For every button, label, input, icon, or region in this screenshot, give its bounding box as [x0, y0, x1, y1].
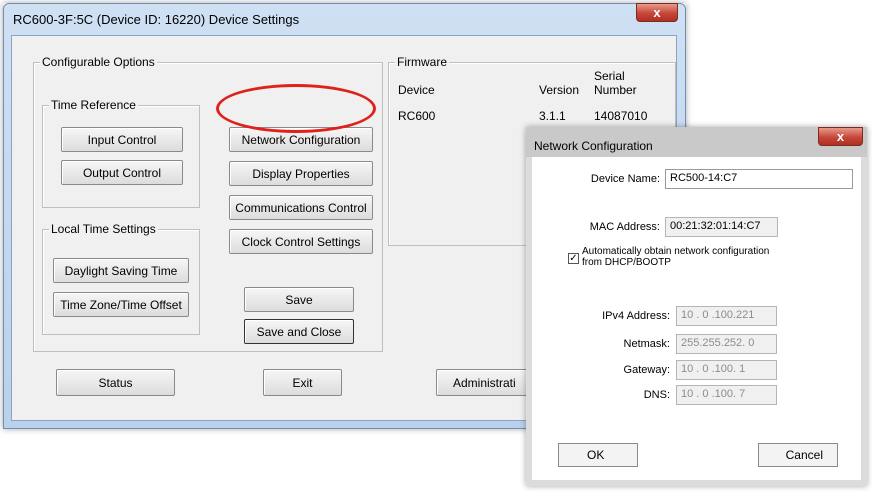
- network-configuration-client: Device Name: RC500-14:C7 MAC Address: 00…: [532, 157, 861, 480]
- save-and-close-button[interactable]: Save and Close: [244, 319, 354, 344]
- firmware-version-value: 3.1.1: [539, 109, 566, 123]
- exit-button[interactable]: Exit: [263, 369, 342, 396]
- configurable-options-label: Configurable Options: [40, 55, 157, 69]
- firmware-serial-value: 14087010: [594, 109, 648, 123]
- output-control-button[interactable]: Output Control: [61, 160, 183, 185]
- highlight-ring: [216, 84, 376, 133]
- device-settings-title: RC600-3F:5C (Device ID: 16220) Device Se…: [13, 12, 300, 27]
- device-name-label: Device Name:: [590, 173, 660, 185]
- dhcp-text-1: Automatically obtain network configurati…: [582, 246, 770, 257]
- cancel-label: Cancel: [785, 448, 823, 462]
- gateway-field: 10 . 0 .100. 1: [676, 360, 777, 380]
- firmware-col-device: Device: [398, 83, 435, 97]
- ipv4-address-label: IPv4 Address:: [602, 310, 670, 322]
- netmask-field: 255.255.252. 0: [676, 334, 777, 354]
- firmware-label: Firmware: [395, 55, 449, 69]
- local-time-settings-group: Local Time Settings Daylight Saving Time…: [42, 222, 200, 335]
- ok-button[interactable]: OK: [558, 443, 638, 467]
- device-name-field[interactable]: RC500-14:C7: [665, 169, 853, 189]
- cancel-button[interactable]: Cancel: [758, 443, 838, 467]
- checkmark-icon: ✓: [569, 253, 578, 264]
- dns-field: 10 . 0 .100. 7: [676, 385, 777, 405]
- netmask-label: Netmask:: [623, 338, 670, 350]
- firmware-device-value: RC600: [398, 109, 436, 123]
- status-button[interactable]: Status: [56, 369, 175, 396]
- mac-address-label: MAC Address:: [589, 221, 660, 233]
- time-zone-button[interactable]: Time Zone/Time Offset: [53, 292, 189, 317]
- communications-control-button[interactable]: Communications Control: [229, 195, 373, 220]
- firmware-col-serial-1: Serial: [594, 69, 625, 83]
- dns-label: DNS:: [643, 389, 670, 401]
- dhcp-checkbox[interactable]: ✓: [568, 253, 579, 264]
- close-button[interactable]: x: [636, 3, 678, 22]
- time-reference-label: Time Reference: [49, 98, 138, 112]
- close-icon: x: [653, 5, 661, 20]
- daylight-saving-button[interactable]: Daylight Saving Time: [53, 258, 189, 283]
- ipv4-address-field: 10 . 0 .100.221: [676, 306, 777, 326]
- network-close-button[interactable]: x: [818, 127, 863, 146]
- network-configuration-window: Network Configuration x Device Name: RC5…: [526, 127, 867, 486]
- mac-address-field: 00:21:32:01:14:C7: [665, 217, 778, 237]
- close-icon: x: [836, 129, 845, 144]
- gateway-label: Gateway:: [623, 364, 670, 376]
- save-button[interactable]: Save: [244, 287, 354, 312]
- firmware-col-version: Version: [539, 83, 580, 97]
- network-configuration-title: Network Configuration: [534, 139, 653, 153]
- firmware-col-serial-2: Number: [594, 83, 637, 97]
- ok-label: OK: [587, 448, 605, 462]
- dhcp-text-2: from DHCP/BOOTP: [582, 257, 671, 268]
- input-control-button[interactable]: Input Control: [61, 127, 183, 152]
- local-time-settings-label: Local Time Settings: [49, 222, 158, 236]
- clock-control-settings-button[interactable]: Clock Control Settings: [229, 229, 373, 254]
- display-properties-button[interactable]: Display Properties: [229, 161, 373, 186]
- time-reference-group: Time Reference Input Control Output Cont…: [42, 98, 200, 208]
- administration-label: Administrati: [453, 375, 516, 390]
